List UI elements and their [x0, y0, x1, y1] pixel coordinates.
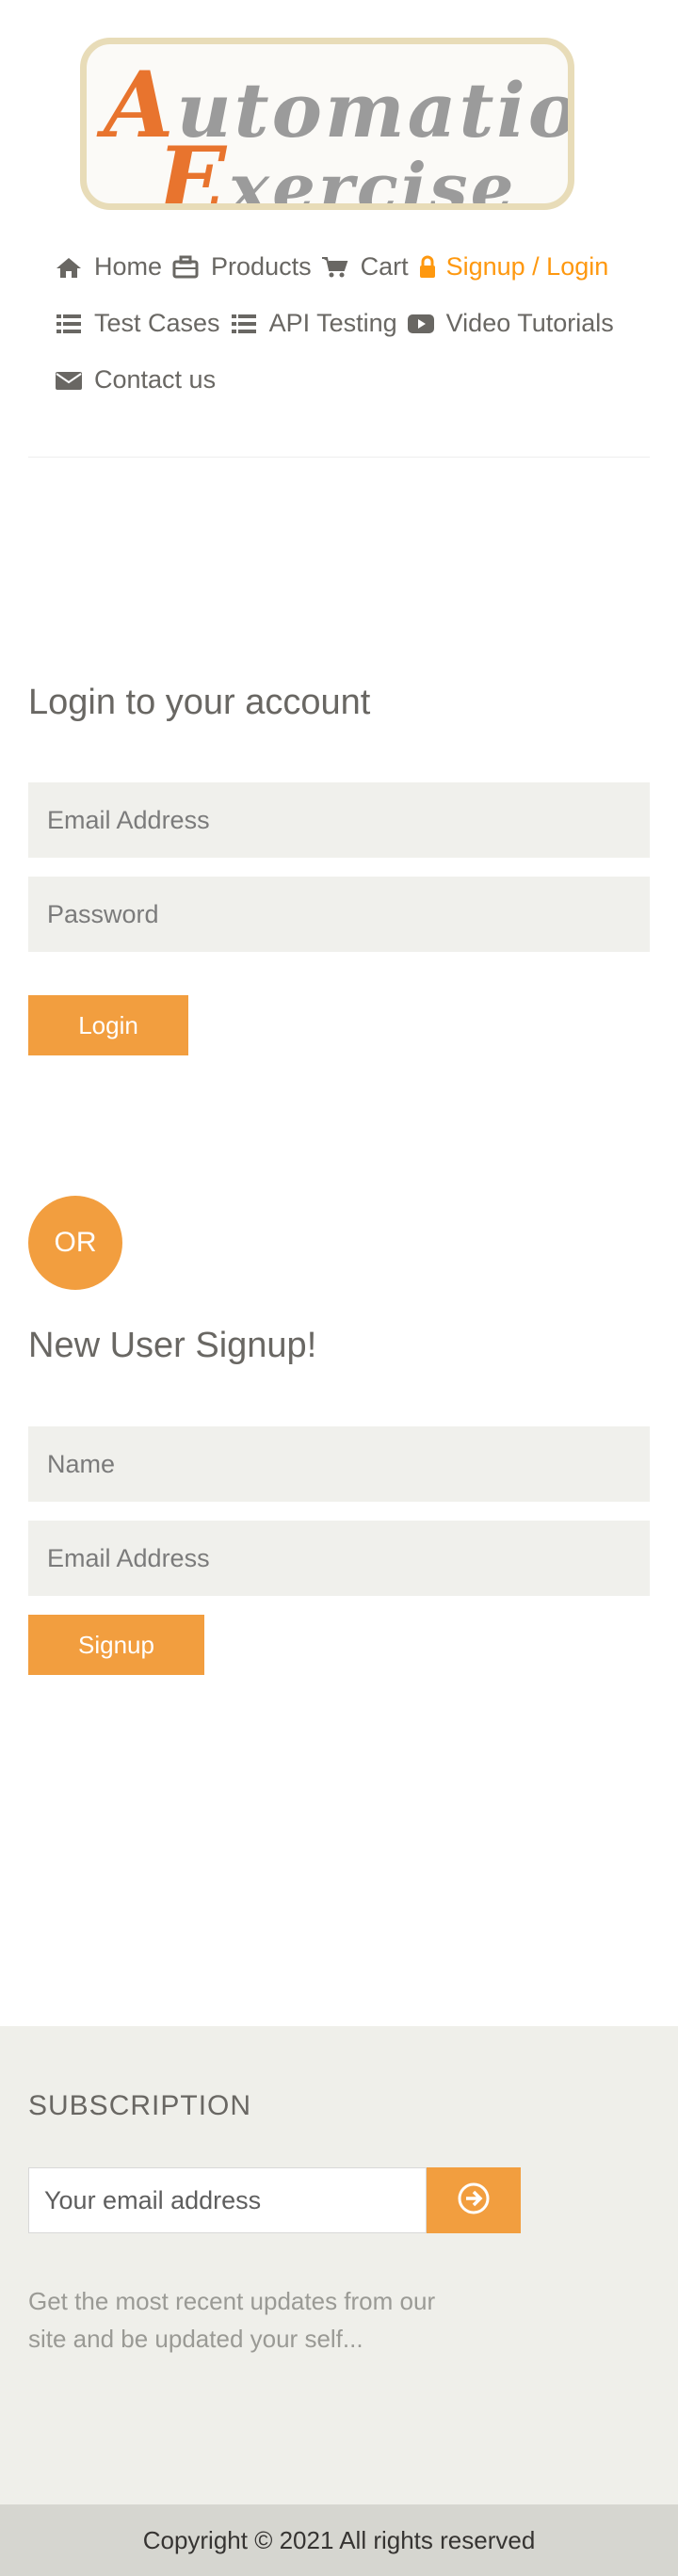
logo-line-2: Exercise	[157, 127, 517, 210]
nav-signup-login[interactable]: Signup / Login	[418, 252, 609, 282]
nav-test-cases[interactable]: Test Cases	[55, 309, 220, 338]
nav-row-1: Home Products Cart Signup / Login	[55, 252, 618, 282]
subscribe-button[interactable]	[427, 2167, 521, 2233]
lock-icon	[418, 255, 437, 280]
nav-products[interactable]: Products	[171, 252, 312, 282]
briefcase-icon	[171, 255, 200, 280]
nav-home-label: Home	[94, 252, 163, 281]
subscription-description: Get the most recent updates from our sit…	[28, 2287, 436, 2353]
logo-text-2: xercise	[229, 148, 517, 210]
header-divider	[28, 457, 650, 458]
login-button[interactable]: Login	[28, 995, 188, 1055]
or-badge: OR	[28, 1196, 122, 1290]
login-email-input[interactable]: Email Address	[28, 782, 650, 858]
youtube-play-icon	[407, 312, 435, 336]
nav-api-testing[interactable]: API Testing	[230, 309, 397, 338]
subscription-title: SUBSCRIPTION	[28, 2090, 252, 2121]
nav-cart[interactable]: Cart	[321, 252, 409, 282]
cart-icon	[321, 255, 349, 280]
arrow-circle-right-icon	[457, 2182, 491, 2220]
footer-subscription: SUBSCRIPTION Your email address Get the …	[0, 2026, 678, 2504]
nav-test-cases-label: Test Cases	[94, 309, 220, 337]
nav-row-3: Contact us	[55, 365, 225, 394]
nav-signup-login-label: Signup / Login	[445, 252, 609, 281]
subscription-email-input[interactable]: Your email address	[28, 2167, 427, 2233]
nav-api-testing-label: API Testing	[268, 309, 397, 337]
list-icon	[230, 312, 258, 336]
signup-name-input[interactable]: Name	[28, 1426, 650, 1502]
signup-title: New User Signup!	[28, 1326, 317, 1365]
nav-contact-us-label: Contact us	[94, 365, 217, 394]
footer-copyright: Copyright © 2021 All rights reserved	[0, 2504, 678, 2576]
signup-email-input[interactable]: Email Address	[28, 1521, 650, 1596]
envelope-icon	[55, 368, 83, 393]
list-icon	[55, 312, 83, 336]
nav-products-label: Products	[211, 252, 312, 281]
nav-contact-us[interactable]: Contact us	[55, 365, 216, 394]
home-icon	[55, 255, 83, 280]
signup-button[interactable]: Signup	[28, 1615, 204, 1675]
nav-video-tutorials[interactable]: Video Tutorials	[407, 309, 614, 338]
login-password-input[interactable]: Password	[28, 877, 650, 952]
nav-row-2: Test Cases API Testing Video Tutorials	[55, 309, 623, 338]
login-title: Login to your account	[28, 683, 371, 722]
nav-cart-label: Cart	[360, 252, 409, 281]
logo-cap-e: E	[157, 127, 230, 210]
nav-home[interactable]: Home	[55, 252, 162, 282]
nav-video-tutorials-label: Video Tutorials	[445, 309, 614, 337]
site-logo[interactable]: Automation Exercise	[80, 38, 574, 210]
